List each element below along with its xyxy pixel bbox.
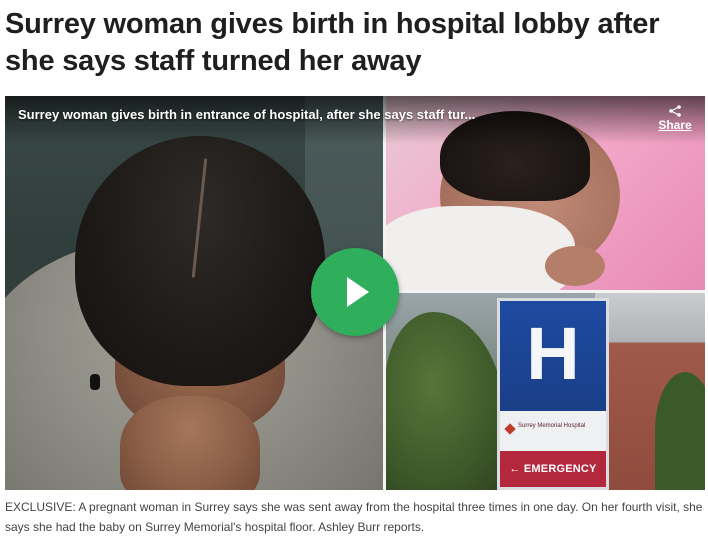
white-blanket [385, 206, 575, 292]
lapel-mic [90, 374, 100, 390]
share-button[interactable]: Share [653, 105, 697, 137]
hospital-logo-icon [504, 423, 516, 435]
video-frame-hospital: H Surrey Memorial Hospital ← EMERGENCY [385, 292, 705, 490]
share-label: Share [658, 118, 692, 132]
article-headline: Surrey woman gives birth in hospital lob… [5, 8, 660, 77]
sign-name-panel: Surrey Memorial Hospital [500, 411, 606, 451]
share-icon [669, 105, 681, 117]
hospital-sign: H Surrey Memorial Hospital ← EMERGENCY [497, 298, 609, 490]
play-button[interactable] [311, 248, 399, 336]
hospital-h-letter: H [526, 312, 580, 395]
sign-hospital-name: Surrey Memorial Hospital [518, 423, 586, 429]
frame-divider-horizontal [385, 290, 705, 293]
video-caption: EXCLUSIVE: A pregnant woman in Surrey sa… [5, 500, 703, 534]
trees [385, 312, 505, 490]
sign-top-panel: H [500, 301, 606, 411]
play-icon [347, 277, 369, 307]
sign-emergency: ← EMERGENCY [500, 451, 606, 487]
baby-hand [545, 246, 605, 286]
clasped-hands [120, 396, 260, 490]
video-player[interactable]: H Surrey Memorial Hospital ← EMERGENCY S… [5, 96, 705, 490]
hair [75, 136, 325, 386]
tree [655, 372, 705, 490]
video-title: Surrey woman gives birth in entrance of … [18, 107, 476, 122]
